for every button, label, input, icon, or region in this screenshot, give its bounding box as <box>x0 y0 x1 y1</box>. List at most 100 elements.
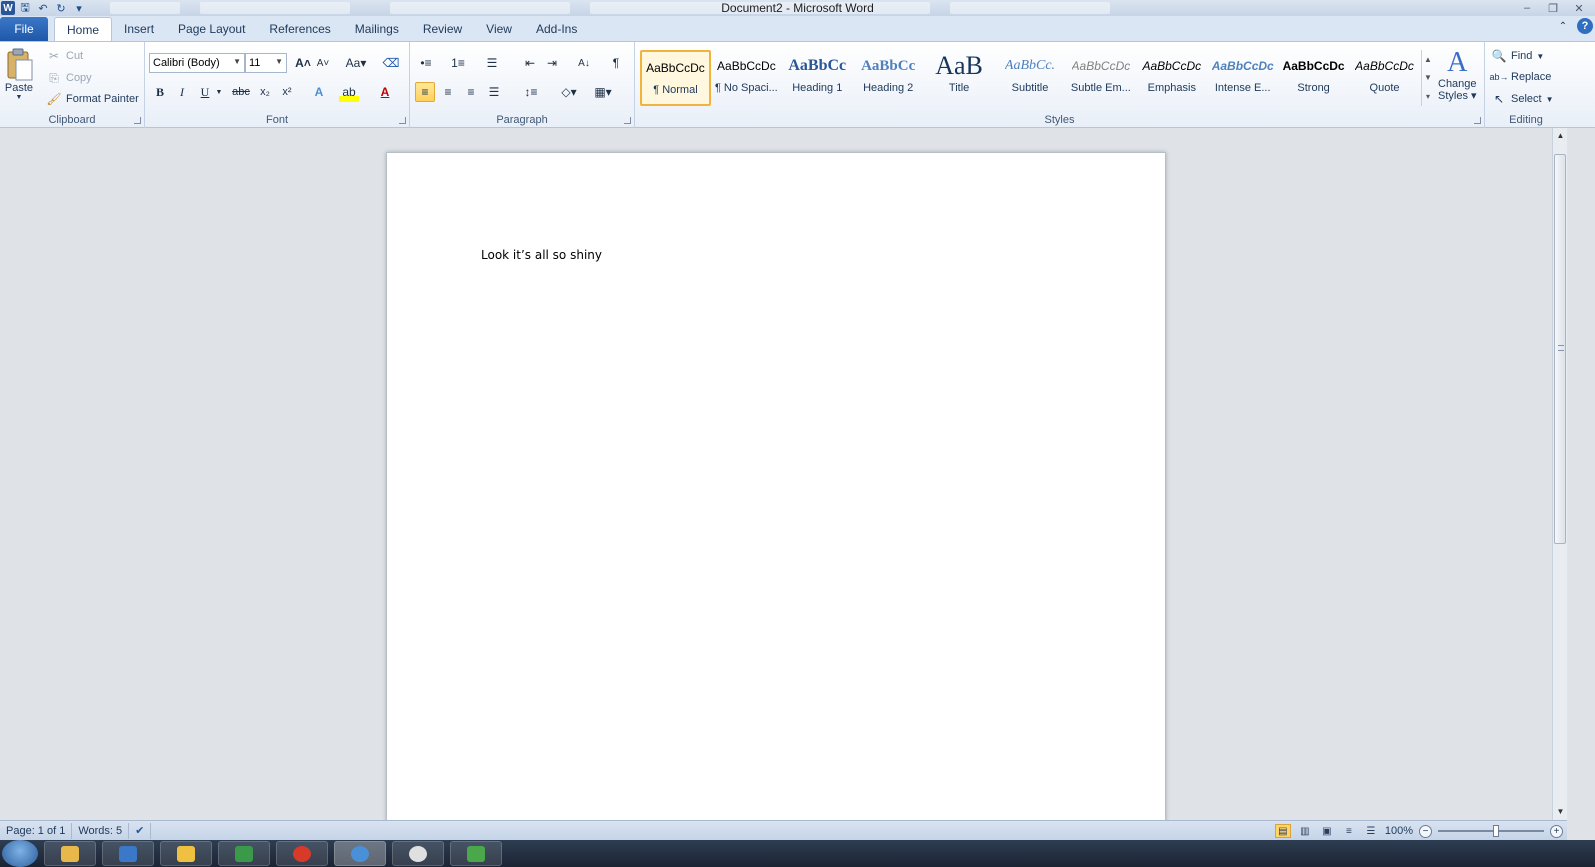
underline-dropdown-icon[interactable]: ▼ <box>213 82 225 102</box>
taskbar-app[interactable] <box>392 841 444 866</box>
print-layout-icon[interactable]: ▤ <box>1274 824 1291 838</box>
subscript-icon[interactable]: x₂ <box>255 82 275 102</box>
word-logo-icon[interactable]: W <box>1 1 15 15</box>
taskbar-app[interactable] <box>450 841 502 866</box>
show-formatting-marks-icon[interactable]: ¶ <box>606 53 626 73</box>
strikethrough-icon[interactable]: abc <box>231 82 251 102</box>
tab-file[interactable]: File <box>0 17 48 41</box>
document-text[interactable]: Look it’s all so shiny <box>481 248 602 262</box>
minimize-ribbon-icon[interactable]: ⌃ <box>1555 18 1571 34</box>
tab-insert[interactable]: Insert <box>112 17 166 41</box>
zoom-slider[interactable] <box>1438 825 1544 837</box>
style-emphasis[interactable]: AaBbCcDc Emphasis <box>1136 50 1207 106</box>
restore-icon[interactable]: ❐ <box>1543 2 1563 15</box>
undo-icon[interactable]: ↶ <box>35 1 51 15</box>
bold-icon[interactable]: B <box>150 82 170 102</box>
document-page[interactable]: Look it’s all so shiny <box>386 152 1166 822</box>
justify-icon[interactable]: ☰ <box>484 82 504 102</box>
customize-qat-icon[interactable]: ▾ <box>71 1 87 15</box>
numbering-icon[interactable]: 1≡ <box>448 53 468 73</box>
style-intense-emphasis[interactable]: AaBbCcDc Intense E... <box>1207 50 1278 106</box>
style-subtle-emphasis[interactable]: AaBbCcDc Subtle Em... <box>1065 50 1136 106</box>
style-no-spacing[interactable]: AaBbCcDc ¶ No Spaci... <box>711 50 782 106</box>
paste-button[interactable]: Paste ▼ <box>4 46 34 101</box>
align-right-icon[interactable]: ≡ <box>461 82 481 102</box>
line-spacing-icon[interactable]: ↕≡ <box>518 82 544 102</box>
taskbar-app[interactable] <box>44 841 96 866</box>
start-orb-icon[interactable] <box>2 840 38 867</box>
paste-dropdown-icon[interactable]: ▼ <box>16 94 23 101</box>
taskbar-app[interactable] <box>218 841 270 866</box>
style-quote[interactable]: AaBbCcDc Quote <box>1349 50 1420 106</box>
zoom-in-icon[interactable]: + <box>1550 824 1563 838</box>
tab-references[interactable]: References <box>257 17 342 41</box>
change-styles-button[interactable]: A Change Styles ▾ <box>1438 48 1477 103</box>
page-count[interactable]: Page: 1 of 1 <box>0 822 73 839</box>
copy-button[interactable]: ⎘ Copy <box>46 70 92 86</box>
cut-button[interactable]: ✂ Cut <box>46 48 83 64</box>
tab-add-ins[interactable]: Add-Ins <box>524 17 589 41</box>
zoom-out-icon[interactable]: − <box>1419 824 1432 838</box>
style-subtitle[interactable]: AaBbCc. Subtitle <box>995 50 1066 106</box>
style-heading-1[interactable]: AaBbCc Heading 1 <box>782 50 853 106</box>
gallery-up-icon[interactable]: ▲ <box>1424 55 1432 64</box>
borders-icon[interactable]: ▦▾ <box>590 82 616 102</box>
save-icon[interactable]: 🖫 <box>17 1 33 15</box>
taskbar-app[interactable] <box>160 841 212 866</box>
find-button[interactable]: 🔍 Find ▼ <box>1491 48 1545 64</box>
draft-icon[interactable]: ☰ <box>1363 824 1379 838</box>
change-case-icon[interactable]: Aa▾ <box>343 53 369 73</box>
web-layout-icon[interactable]: ▣ <box>1319 824 1335 838</box>
underline-icon[interactable]: U <box>195 82 215 102</box>
grow-font-icon[interactable]: A˄ <box>293 53 313 73</box>
taskbar-app-active[interactable] <box>334 841 386 866</box>
outline-icon[interactable]: ≡ <box>1341 824 1357 838</box>
decrease-indent-icon[interactable]: ⇤ <box>520 53 540 73</box>
increase-indent-icon[interactable]: ⇥ <box>542 53 562 73</box>
italic-icon[interactable]: I <box>172 82 192 102</box>
shrink-font-icon[interactable]: A˅ <box>313 53 333 73</box>
help-icon[interactable]: ? <box>1577 18 1593 34</box>
replace-button[interactable]: ab→ Replace <box>1490 69 1552 85</box>
tab-review[interactable]: Review <box>411 17 474 41</box>
taskbar-app[interactable] <box>276 841 328 866</box>
gallery-down-icon[interactable]: ▼ <box>1424 73 1432 82</box>
scroll-down-icon[interactable]: ▼ <box>1553 804 1568 818</box>
style-heading-2[interactable]: AaBbCc Heading 2 <box>853 50 924 106</box>
tab-page-layout[interactable]: Page Layout <box>166 17 257 41</box>
scroll-thumb[interactable] <box>1554 154 1566 544</box>
select-button[interactable]: ↖ Select ▼ <box>1491 91 1554 107</box>
align-center-icon[interactable]: ≡ <box>438 82 458 102</box>
shading-icon[interactable]: ◇▾ <box>556 82 582 102</box>
paragraph-launcher-icon[interactable] <box>624 117 631 124</box>
zoom-level[interactable]: 100% <box>1385 825 1413 837</box>
align-left-icon[interactable]: ≡ <box>415 82 435 102</box>
styles-launcher-icon[interactable] <box>1474 117 1481 124</box>
font-launcher-icon[interactable] <box>399 117 406 124</box>
clipboard-launcher-icon[interactable] <box>134 117 141 124</box>
style-strong[interactable]: AaBbCcDc Strong <box>1278 50 1349 106</box>
taskbar-app[interactable] <box>102 841 154 866</box>
tab-view[interactable]: View <box>474 17 524 41</box>
superscript-icon[interactable]: x² <box>277 82 297 102</box>
highlight-color-icon[interactable]: ab <box>339 82 359 102</box>
style-title[interactable]: AaB Title <box>924 50 995 106</box>
bullets-icon[interactable]: •≡ <box>416 53 436 73</box>
text-effects-icon[interactable]: A <box>309 82 329 102</box>
style-normal[interactable]: AaBbCcDc ¶ Normal <box>640 50 711 106</box>
proofing-icon[interactable]: ✔ <box>129 822 152 839</box>
font-size-field[interactable]: 11 ▼ <box>245 53 287 73</box>
tab-home[interactable]: Home <box>54 17 113 41</box>
redo-icon[interactable]: ↻ <box>53 1 69 15</box>
font-name-field[interactable]: Calibri (Body) ▼ <box>149 53 245 73</box>
close-icon[interactable]: ✕ <box>1569 2 1589 15</box>
font-color-icon[interactable]: A <box>375 82 395 102</box>
full-screen-reading-icon[interactable]: ▥ <box>1297 824 1313 838</box>
clear-formatting-icon[interactable]: ⌫ <box>381 53 401 73</box>
zoom-knob[interactable] <box>1493 825 1499 837</box>
word-count[interactable]: Words: 5 <box>72 822 130 839</box>
multilevel-list-icon[interactable]: ☰ <box>482 53 502 73</box>
scroll-up-icon[interactable]: ▲ <box>1553 128 1568 142</box>
minimize-icon[interactable]: – <box>1517 2 1537 15</box>
sort-icon[interactable]: A↓ <box>574 53 594 73</box>
